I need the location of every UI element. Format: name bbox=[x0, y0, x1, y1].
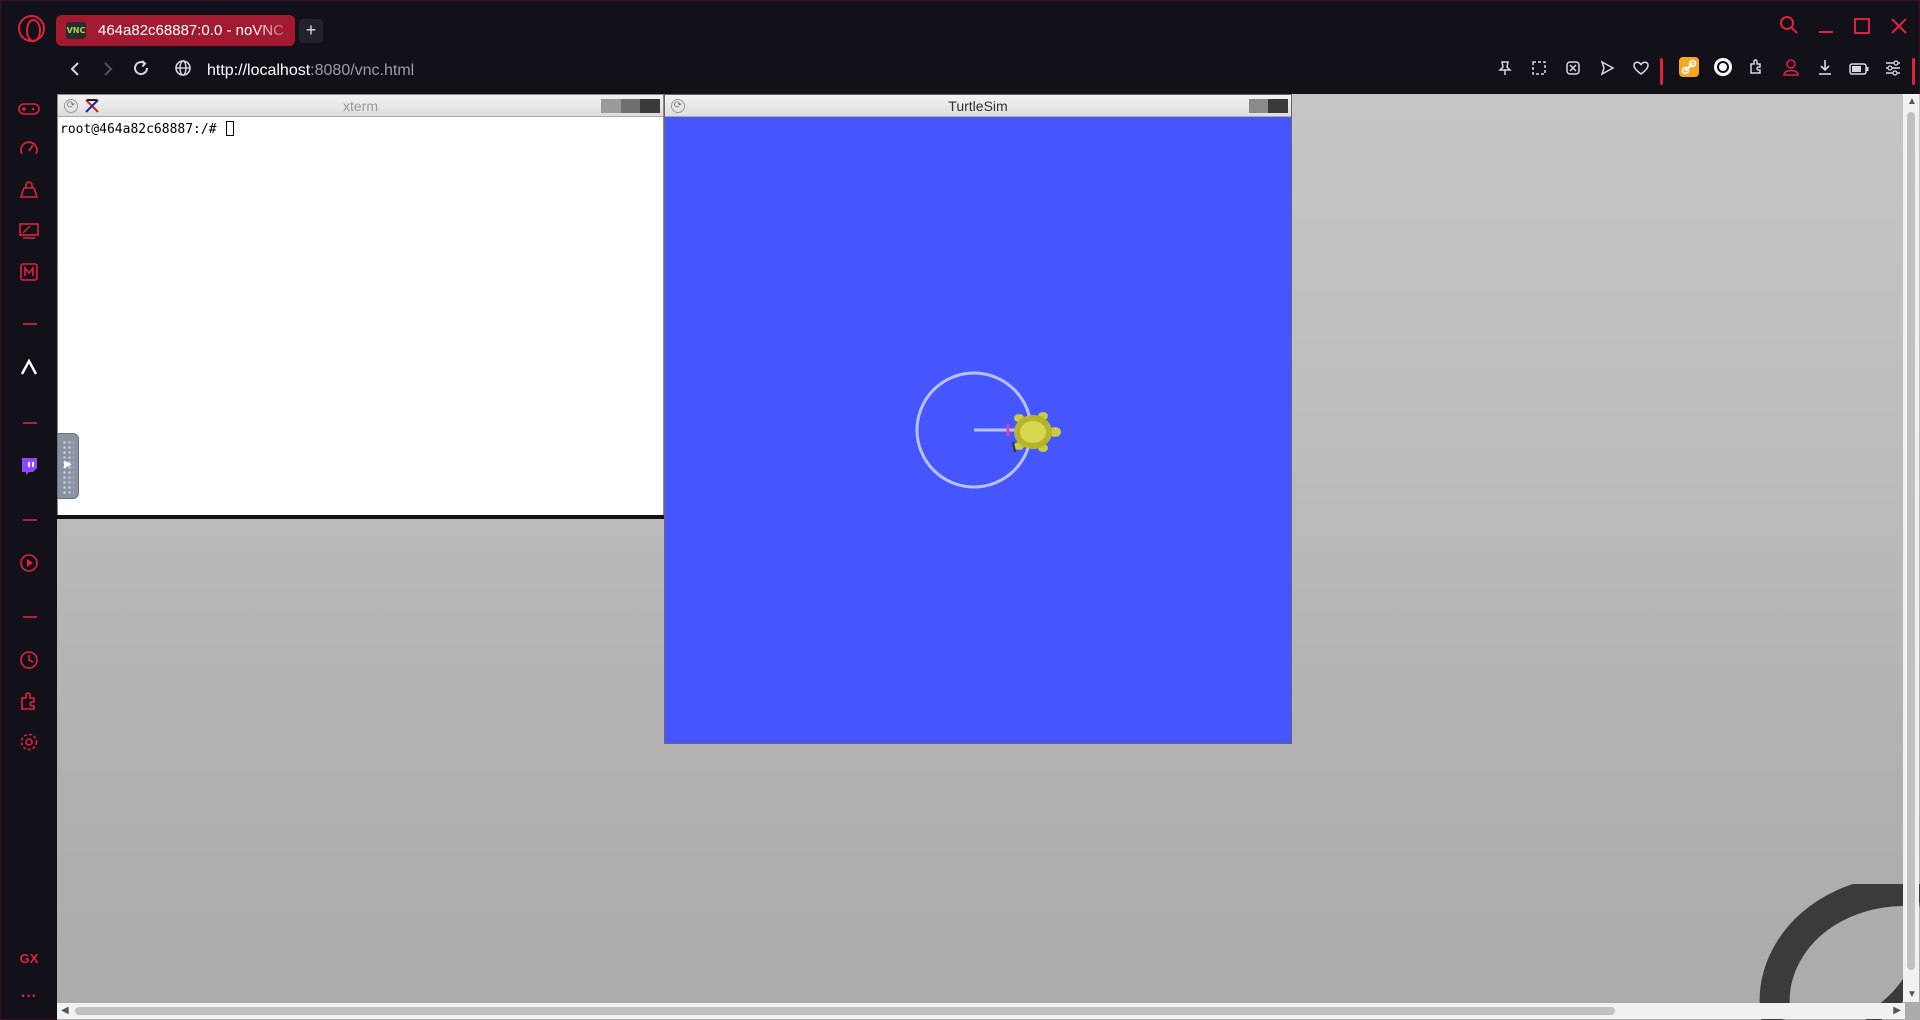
xterm-border bbox=[57, 515, 664, 519]
xterm-window[interactable]: ⟳ xterm root@464a82c68887:/# bbox=[57, 94, 664, 518]
gx-corner-label[interactable]: GX bbox=[15, 945, 43, 973]
novnc-control-handle[interactable]: ▶ bbox=[57, 433, 79, 499]
xterm-title: xterm bbox=[343, 98, 378, 114]
reload-icon[interactable] bbox=[127, 57, 155, 85]
xterm-terminal[interactable]: root@464a82c68887:/# bbox=[60, 121, 235, 137]
horizontal-scroll-thumb[interactable] bbox=[75, 1007, 1615, 1015]
xterm-iconify-button[interactable] bbox=[601, 99, 621, 113]
pin-icon[interactable] bbox=[1491, 57, 1519, 85]
adblock-icon[interactable] bbox=[1559, 57, 1587, 85]
turtlesim-titlebar[interactable]: ⟳ TurtleSim bbox=[665, 95, 1291, 117]
maximize-icon[interactable] bbox=[1848, 15, 1876, 43]
sidebar: GX ··· bbox=[1, 93, 57, 1020]
url-path: :8080/vnc.html bbox=[310, 62, 415, 79]
turtlesim-canvas[interactable] bbox=[665, 117, 1291, 743]
toolbar-edge bbox=[1912, 58, 1915, 85]
vnc-favicon-icon: VNC bbox=[66, 22, 86, 39]
scroll-right-icon[interactable]: ▶ bbox=[1893, 1005, 1901, 1016]
history-icon[interactable] bbox=[15, 650, 43, 678]
twitch-icon[interactable] bbox=[15, 456, 43, 484]
turtlesim-close-button[interactable] bbox=[1268, 99, 1288, 113]
easy-setup-icon[interactable] bbox=[1879, 57, 1907, 85]
battery-icon[interactable] bbox=[1845, 57, 1873, 85]
mail-icon[interactable] bbox=[15, 262, 43, 290]
opera-menu-icon[interactable] bbox=[18, 15, 45, 42]
shopping-icon[interactable] bbox=[15, 180, 43, 208]
turtlesim-iconify-button[interactable] bbox=[1249, 99, 1269, 113]
xterm-maximize-button[interactable] bbox=[621, 99, 641, 113]
sidebar-divider bbox=[23, 323, 37, 325]
minimize-icon[interactable] bbox=[1812, 15, 1840, 43]
vertical-scrollbar[interactable]: ▲ ▼ bbox=[1903, 94, 1919, 1002]
xterm-close-button[interactable] bbox=[640, 99, 660, 113]
snapshot-icon[interactable] bbox=[1525, 57, 1553, 85]
debian-swirl-icon bbox=[1759, 884, 1920, 1020]
speedometer-icon[interactable] bbox=[15, 139, 43, 167]
vertical-scroll-thumb[interactable] bbox=[1907, 112, 1915, 970]
forward-icon[interactable] bbox=[94, 57, 122, 85]
extensions-icon[interactable] bbox=[1743, 57, 1771, 85]
aria-icon[interactable] bbox=[15, 357, 43, 385]
handle-arrow-icon: ▶ bbox=[64, 459, 72, 470]
toolbar-separator bbox=[1660, 58, 1663, 85]
back-icon[interactable] bbox=[61, 57, 89, 85]
turtlesim-window[interactable]: ⟳ TurtleSim bbox=[664, 94, 1292, 744]
chatgpt-icon[interactable] bbox=[1709, 57, 1737, 85]
profile-icon[interactable] bbox=[1777, 57, 1805, 85]
tab-fade bbox=[255, 15, 295, 46]
tab-strip: VNC 464a82c68887:0.0 - noVNC + bbox=[1, 1, 1920, 57]
sidebar-divider bbox=[23, 422, 37, 424]
terminal-cursor bbox=[226, 121, 235, 136]
display-icon[interactable] bbox=[15, 221, 43, 249]
address-bar[interactable]: http://localhost:8080/vnc.html bbox=[207, 59, 414, 83]
scroll-up-icon[interactable]: ▲ bbox=[1907, 96, 1917, 107]
new-tab-button[interactable]: + bbox=[299, 19, 323, 43]
scroll-left-icon[interactable]: ◀ bbox=[61, 1005, 69, 1016]
sidebar-more-icon[interactable]: ··· bbox=[15, 983, 43, 1011]
search-tabs-icon[interactable] bbox=[1775, 15, 1803, 43]
extensions-sidebar-icon[interactable] bbox=[15, 691, 43, 719]
vnc-viewport[interactable]: ⟳ xterm root@464a82c68887:/# ⟳ TurtleSim bbox=[57, 94, 1920, 1020]
tab-active[interactable]: VNC 464a82c68887:0.0 - noVNC bbox=[56, 15, 295, 46]
url-host: http://localhost bbox=[207, 62, 311, 79]
gamepad-icon[interactable] bbox=[15, 98, 43, 126]
horizontal-scrollbar[interactable]: ◀ ▶ bbox=[57, 1003, 1905, 1019]
link-icon[interactable] bbox=[1675, 57, 1703, 85]
globe-icon[interactable] bbox=[169, 57, 197, 85]
sidebar-divider bbox=[23, 519, 37, 521]
scroll-down-icon[interactable]: ▼ bbox=[1907, 989, 1917, 1000]
turtle-icon bbox=[1006, 412, 1061, 453]
sidebar-divider bbox=[23, 616, 37, 618]
terminal-prompt: root@464a82c68887:/# bbox=[60, 122, 225, 137]
settings-gear-icon[interactable] bbox=[15, 732, 43, 760]
player-icon[interactable] bbox=[15, 553, 43, 581]
send-icon[interactable] bbox=[1593, 57, 1621, 85]
download-icon[interactable] bbox=[1811, 57, 1839, 85]
close-window-icon[interactable] bbox=[1885, 15, 1913, 43]
heart-icon[interactable] bbox=[1627, 57, 1655, 85]
browser-window: VNC 464a82c68887:0.0 - noVNC + http://lo… bbox=[0, 0, 1920, 1020]
turtlesim-title: TurtleSim bbox=[948, 98, 1008, 114]
xterm-titlebar[interactable]: ⟳ xterm bbox=[58, 95, 663, 117]
